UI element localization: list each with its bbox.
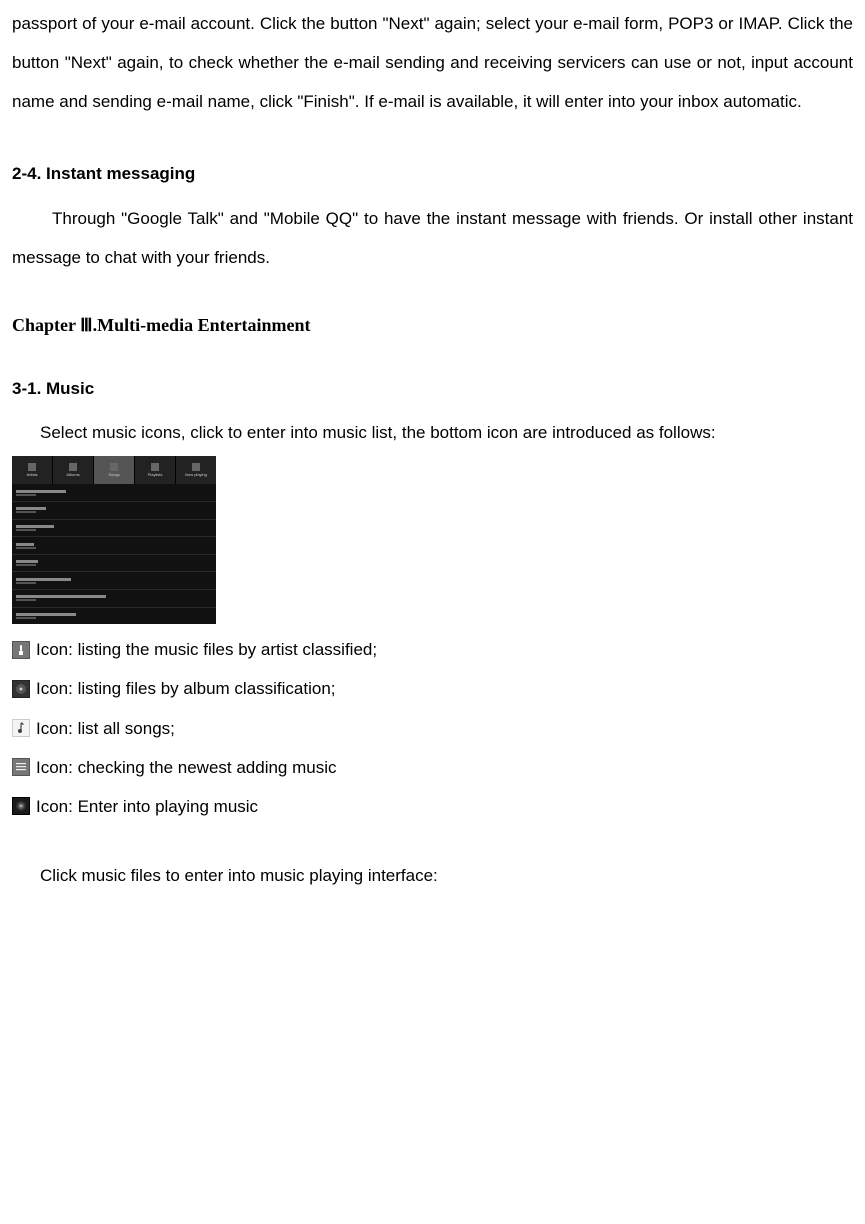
music-tabs: Artists Albums Songs Playlists Now playi… bbox=[12, 456, 216, 484]
tab-playlists: Playlists bbox=[135, 456, 176, 484]
song-list bbox=[12, 484, 216, 624]
tab-label: Albums bbox=[66, 472, 79, 477]
tab-albums: Albums bbox=[53, 456, 94, 484]
tab-label: Songs bbox=[108, 472, 119, 477]
icon-desc-songs: Icon: list all songs; bbox=[12, 709, 853, 748]
list-item bbox=[12, 484, 216, 502]
playlist-icon bbox=[12, 758, 30, 776]
document-page: passport of your e-mail account. Click t… bbox=[0, 0, 865, 1224]
list-item bbox=[12, 537, 216, 555]
list-item bbox=[12, 520, 216, 538]
icon-desc-text: Icon: listing files by album classificat… bbox=[36, 669, 336, 708]
icon-desc-playing: Icon: Enter into playing music bbox=[12, 787, 853, 826]
heading-3-1: 3-1. Music bbox=[12, 370, 853, 407]
tab-artists: Artists bbox=[12, 456, 53, 484]
icon-desc-album: Icon: listing files by album classificat… bbox=[12, 669, 853, 708]
nowplaying-icon bbox=[12, 797, 30, 815]
chapter-3-heading: Chapter Ⅲ.Multi-media Entertainment bbox=[12, 315, 853, 336]
music-app-screenshot: Artists Albums Songs Playlists Now playi… bbox=[12, 456, 216, 624]
list-item bbox=[12, 555, 216, 573]
instant-messaging-paragraph: Through "Google Talk" and "Mobile QQ" to… bbox=[12, 199, 853, 277]
icon-desc-artist: Icon: listing the music files by artist … bbox=[12, 630, 853, 669]
tab-label: Now playing bbox=[185, 472, 207, 477]
list-item bbox=[12, 590, 216, 608]
heading-2-4: 2-4. Instant messaging bbox=[12, 155, 853, 192]
tab-label: Artists bbox=[26, 472, 37, 477]
list-item bbox=[12, 608, 216, 625]
songs-icon bbox=[12, 719, 30, 737]
tab-songs: Songs bbox=[94, 456, 135, 484]
icon-desc-text: Icon: list all songs; bbox=[36, 709, 175, 748]
icon-desc-text: Icon: listing the music files by artist … bbox=[36, 630, 377, 669]
icon-desc-text: Icon: Enter into playing music bbox=[36, 787, 258, 826]
list-item bbox=[12, 572, 216, 590]
music-playing-interface-paragraph: Click music files to enter into music pl… bbox=[12, 856, 853, 895]
tab-label: Playlists bbox=[148, 472, 163, 477]
list-item bbox=[12, 502, 216, 520]
icon-desc-text: Icon: checking the newest adding music bbox=[36, 748, 337, 787]
artist-icon bbox=[12, 641, 30, 659]
album-icon bbox=[12, 680, 30, 698]
music-intro-paragraph: Select music icons, click to enter into … bbox=[12, 413, 853, 452]
tab-nowplaying: Now playing bbox=[176, 456, 216, 484]
email-setup-paragraph: passport of your e-mail account. Click t… bbox=[12, 4, 853, 121]
icon-desc-newest: Icon: checking the newest adding music bbox=[12, 748, 853, 787]
